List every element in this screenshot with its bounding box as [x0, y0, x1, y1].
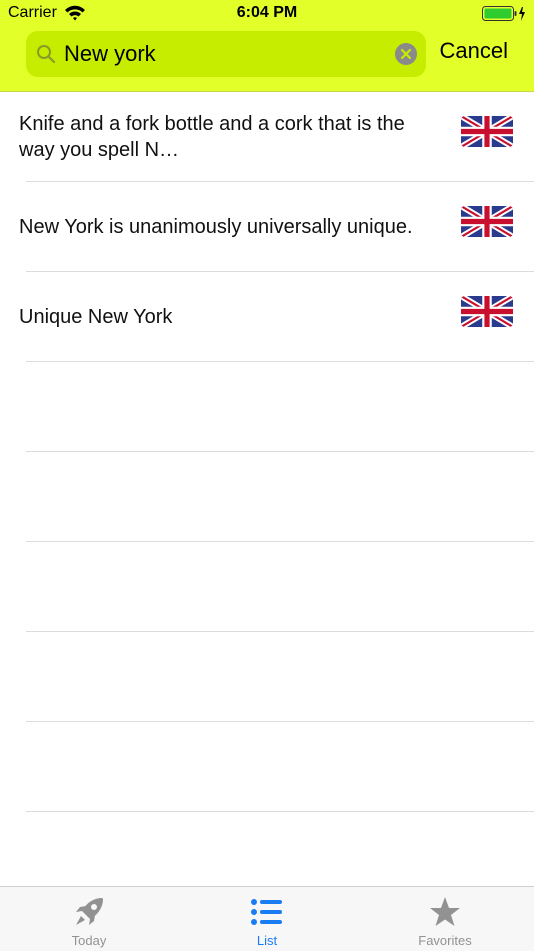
- clock: 6:04 PM: [236, 4, 298, 21]
- status-bar: Carrier 6:04 PM: [0, 0, 534, 28]
- list-item[interactable]: Unique New York: [0, 272, 534, 362]
- tab-today[interactable]: Today: [0, 887, 178, 951]
- tab-list-label: List: [256, 933, 278, 948]
- header: Carrier 6:04 PM New york Cancel: [0, 0, 534, 92]
- tab-bar: Today List Favorites: [0, 886, 534, 951]
- rocket-icon: [72, 895, 106, 929]
- list-item-text: Unique New York: [19, 306, 173, 328]
- cancel-button[interactable]: Cancel: [440, 38, 508, 64]
- empty-row: [0, 722, 534, 812]
- list-item[interactable]: Knife and a fork bottle and a cork that …: [0, 92, 534, 182]
- tab-favorites-label: Favorites: [418, 933, 472, 948]
- uk-flag-icon: [461, 296, 513, 327]
- list-item-text: New York is unanimously universally uniq…: [19, 216, 413, 238]
- uk-flag-icon: [461, 116, 513, 147]
- star-icon: [428, 895, 462, 929]
- empty-row: [0, 362, 534, 452]
- battery-icon: [482, 6, 526, 22]
- uk-flag-icon: [461, 206, 513, 237]
- list-item[interactable]: New York is unanimously universally uniq…: [0, 182, 534, 272]
- empty-row: [0, 452, 534, 542]
- clear-search-icon[interactable]: [395, 43, 417, 65]
- tab-today-label: Today: [71, 933, 107, 948]
- empty-row: [0, 542, 534, 632]
- tab-favorites[interactable]: Favorites: [356, 887, 534, 951]
- results-list: Knife and a fork bottle and a cork that …: [0, 92, 534, 902]
- search-field[interactable]: [26, 31, 426, 77]
- search-icon: [36, 44, 56, 64]
- list-icon: [250, 895, 284, 929]
- search-input[interactable]: [64, 31, 384, 77]
- tab-list[interactable]: List: [178, 887, 356, 951]
- list-item-text: Knife and a fork bottle and a cork that …: [19, 113, 405, 161]
- empty-row: [0, 632, 534, 722]
